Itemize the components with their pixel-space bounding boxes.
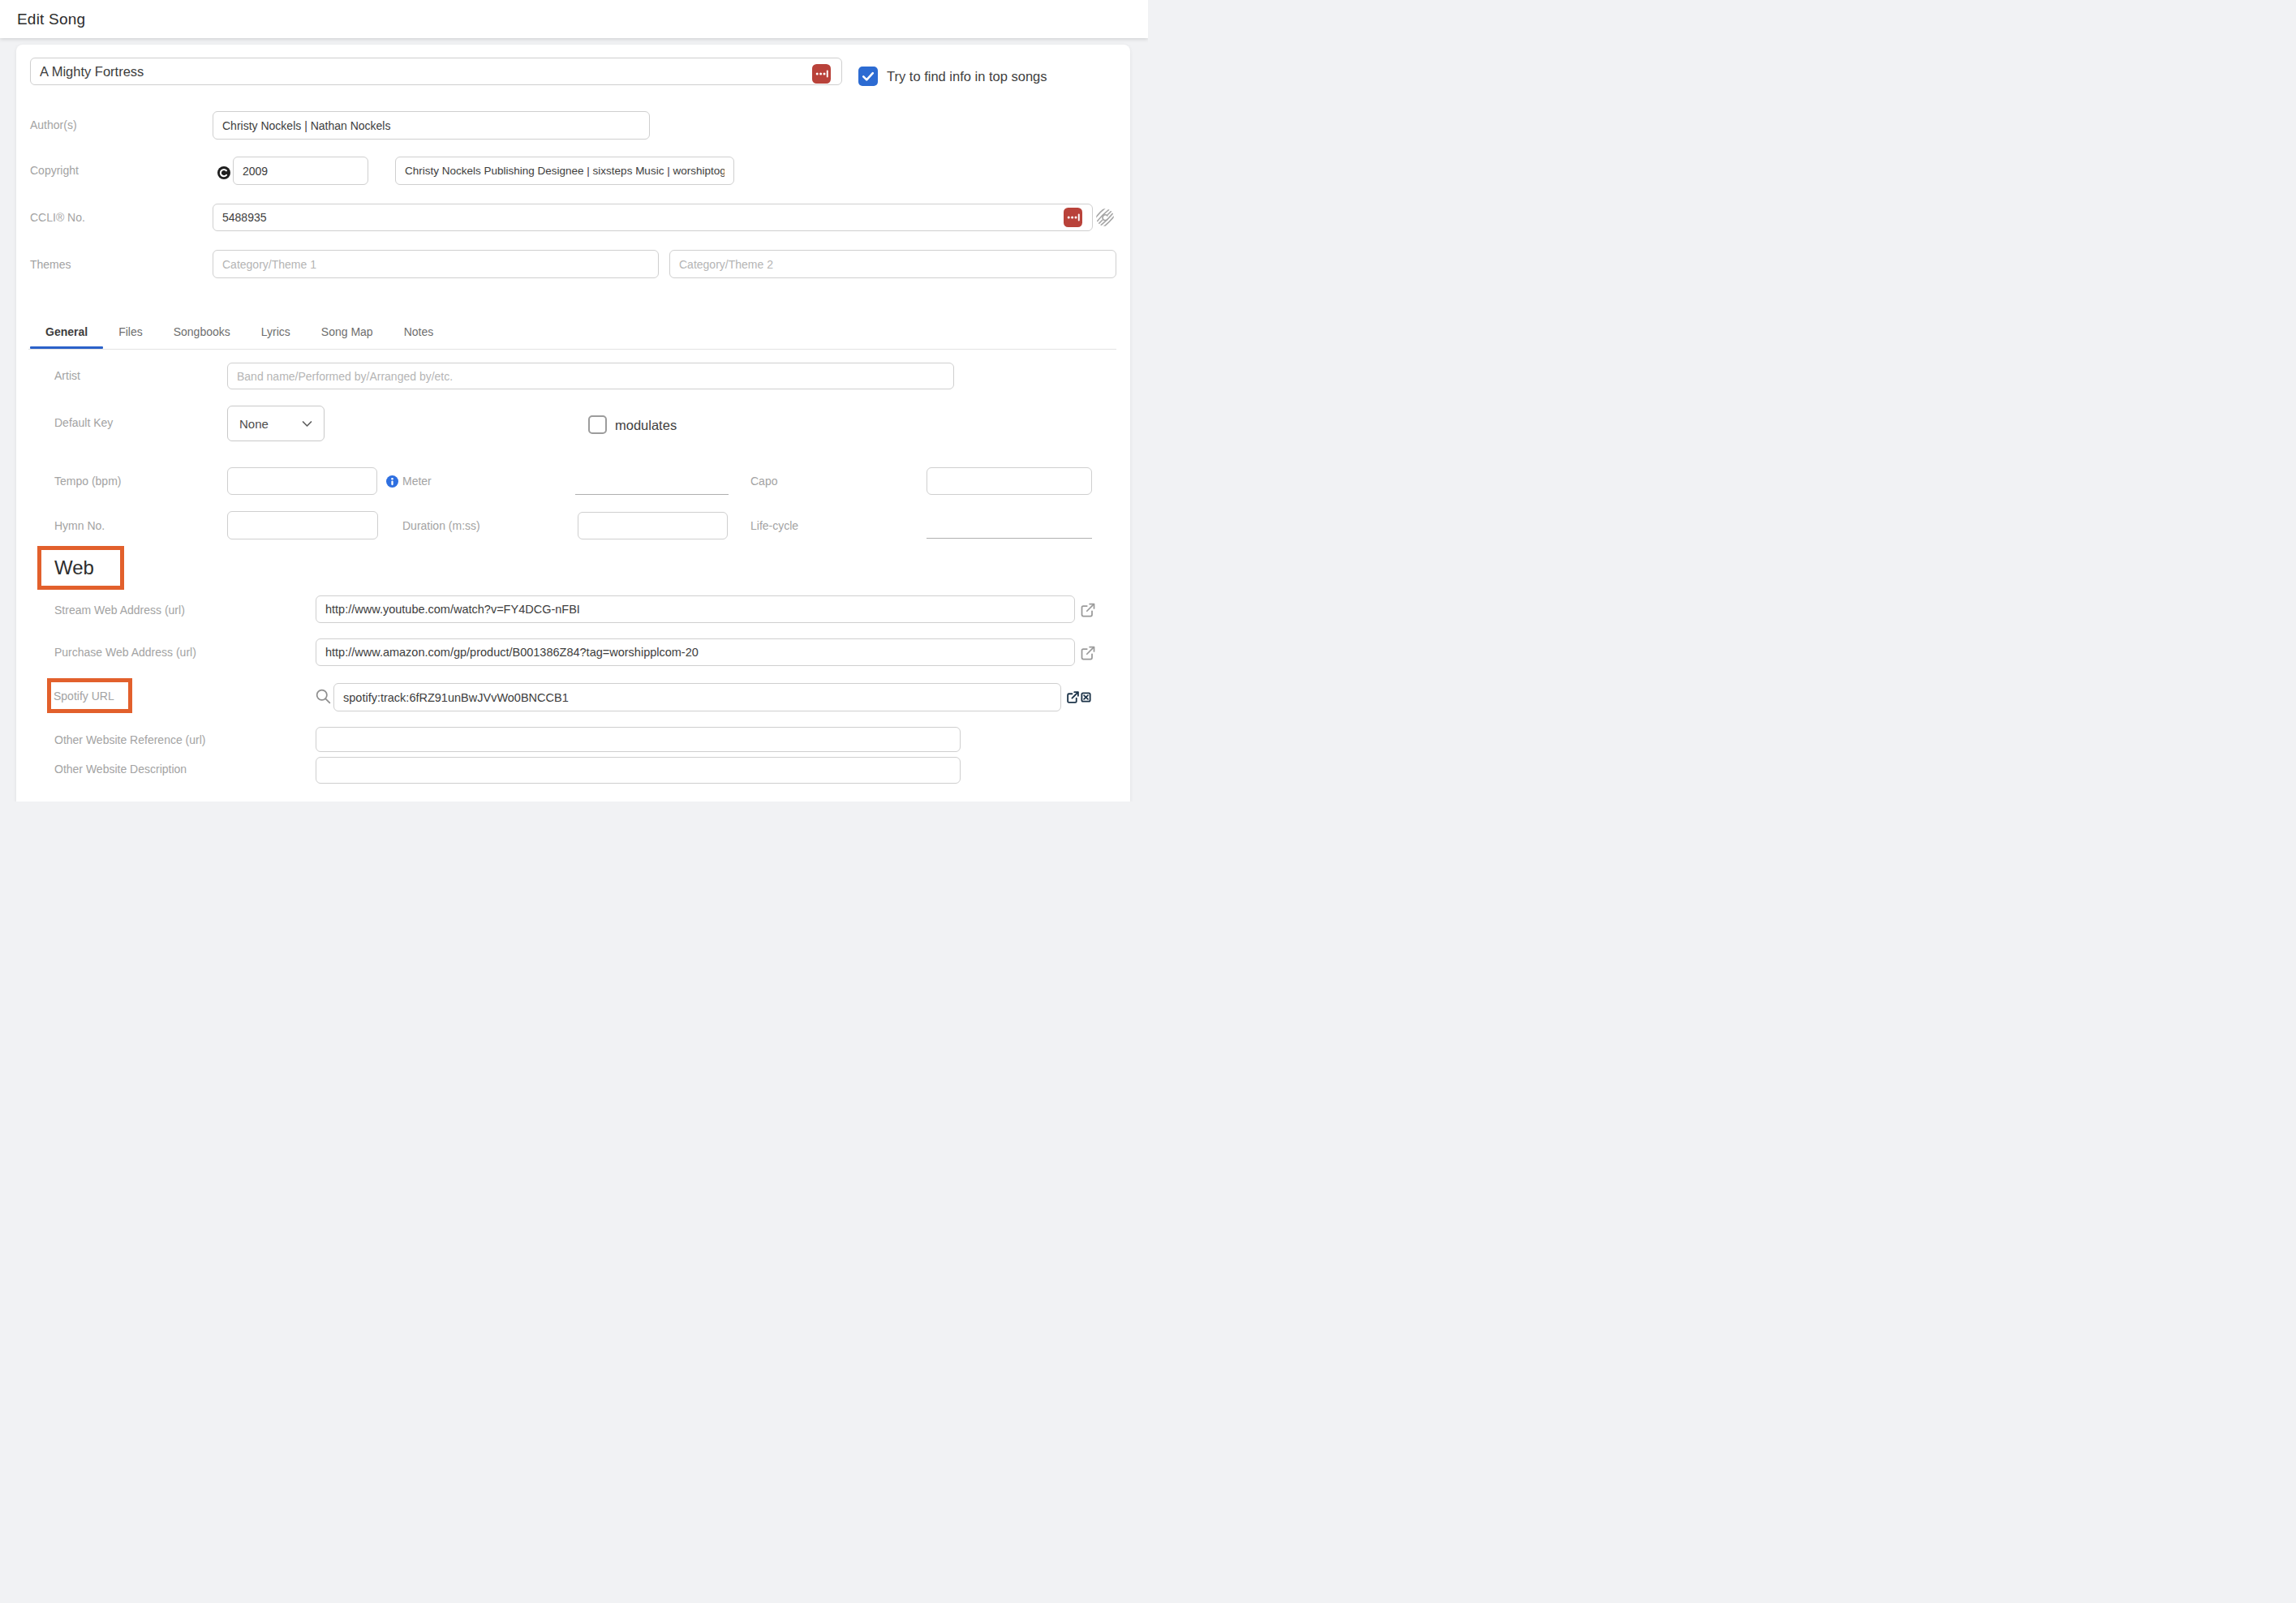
hymn-no-label: Hymn No. bbox=[54, 518, 105, 534]
tab-general[interactable]: General bbox=[30, 314, 103, 349]
ccli-no-label: CCLI® No. bbox=[30, 209, 85, 226]
song-tabs: General Files Songbooks Lyrics Song Map … bbox=[30, 314, 449, 349]
spotify-url-input[interactable] bbox=[333, 683, 1061, 711]
meter-label: Meter bbox=[402, 473, 432, 489]
tab-files[interactable]: Files bbox=[103, 314, 158, 349]
default-key-value: None bbox=[239, 417, 269, 431]
checkmark-icon bbox=[858, 67, 878, 86]
page-header: Edit Song bbox=[0, 0, 1148, 38]
search-icon bbox=[315, 688, 332, 705]
ccli-swirl-icon bbox=[1095, 208, 1115, 227]
web-section-heading: Web bbox=[54, 556, 94, 580]
tempo-label: Tempo (bpm) bbox=[54, 473, 121, 489]
stream-url-label: Stream Web Address (url) bbox=[54, 602, 185, 618]
find-top-songs-checkbox[interactable] bbox=[858, 67, 878, 86]
song-title-input[interactable] bbox=[30, 58, 842, 85]
modulates-label: modulates bbox=[615, 416, 677, 434]
tab-songbooks[interactable]: Songbooks bbox=[158, 314, 246, 349]
purchase-url-input[interactable] bbox=[316, 638, 1075, 666]
modulates-checkbox[interactable] bbox=[588, 415, 607, 434]
external-link-icon[interactable] bbox=[1066, 690, 1080, 704]
ccli-no-input[interactable] bbox=[213, 204, 1093, 231]
songselect-autocomplete-icon[interactable] bbox=[812, 64, 831, 84]
external-link-icon[interactable] bbox=[1080, 645, 1096, 661]
other-description-input[interactable] bbox=[316, 757, 961, 784]
copyright-label: Copyright bbox=[30, 162, 79, 178]
songselect-autocomplete-icon[interactable] bbox=[1064, 208, 1082, 227]
spotify-url-label: Spotify URL bbox=[54, 688, 114, 704]
life-cycle-input[interactable] bbox=[927, 515, 1092, 539]
purchase-url-label: Purchase Web Address (url) bbox=[54, 644, 196, 660]
find-top-songs-label: Try to find info in top songs bbox=[887, 67, 1047, 85]
clear-square-icon[interactable] bbox=[1081, 692, 1091, 703]
duration-label: Duration (m:ss) bbox=[402, 518, 480, 534]
theme1-input[interactable] bbox=[213, 250, 659, 278]
tab-song-map[interactable]: Song Map bbox=[306, 314, 389, 349]
copyright-year-input[interactable] bbox=[233, 157, 368, 185]
theme2-input[interactable] bbox=[669, 250, 1116, 278]
other-description-label: Other Website Description bbox=[54, 761, 187, 777]
tab-lyrics[interactable]: Lyrics bbox=[246, 314, 306, 349]
other-reference-input[interactable] bbox=[316, 727, 961, 752]
artist-input[interactable] bbox=[227, 363, 954, 389]
edit-song-card: Try to find info in top songs Author(s) … bbox=[16, 45, 1130, 802]
other-reference-label: Other Website Reference (url) bbox=[54, 732, 205, 748]
authors-input[interactable] bbox=[213, 111, 650, 140]
tabs-divider bbox=[28, 349, 1116, 350]
external-link-icon[interactable] bbox=[1080, 602, 1096, 618]
themes-label: Themes bbox=[30, 256, 71, 273]
duration-input[interactable] bbox=[578, 512, 728, 539]
capo-input[interactable] bbox=[927, 467, 1092, 495]
copyright-holder-input[interactable] bbox=[395, 157, 734, 185]
authors-label: Author(s) bbox=[30, 117, 77, 133]
page-title: Edit Song bbox=[17, 11, 85, 28]
chevron-down-icon bbox=[300, 417, 314, 431]
tempo-input[interactable] bbox=[227, 467, 377, 495]
meter-input[interactable] bbox=[575, 471, 729, 495]
default-key-label: Default Key bbox=[54, 415, 113, 431]
stream-url-input[interactable] bbox=[316, 595, 1075, 623]
default-key-select[interactable]: None bbox=[227, 406, 325, 441]
hymn-no-input[interactable] bbox=[227, 511, 378, 539]
tab-notes[interactable]: Notes bbox=[389, 314, 449, 349]
capo-label: Capo bbox=[750, 473, 777, 489]
info-icon[interactable] bbox=[386, 475, 398, 488]
copyright-badge-icon bbox=[217, 166, 230, 179]
life-cycle-label: Life-cycle bbox=[750, 518, 798, 534]
artist-label: Artist bbox=[54, 367, 80, 384]
